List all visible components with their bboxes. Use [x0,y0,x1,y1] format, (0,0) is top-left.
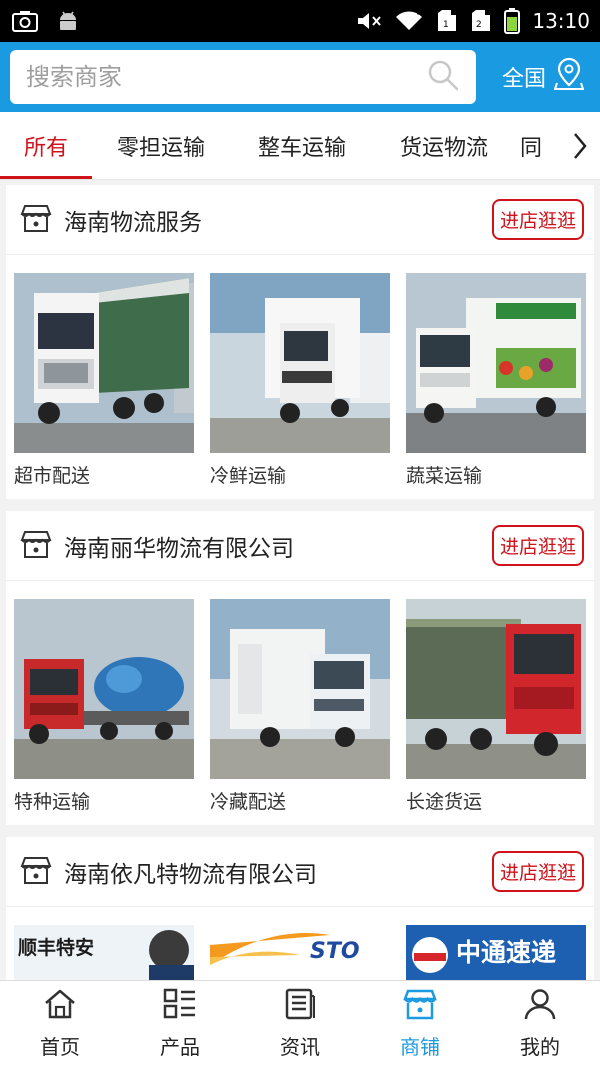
product-item[interactable]: STO [210,925,390,981]
nav-profile[interactable]: 我的 [480,981,600,1067]
product-item[interactable]: 冷藏配送 [210,599,390,813]
white-volvo-truck-image[interactable] [14,273,194,453]
product-item[interactable]: 中通速递 [406,925,586,981]
enter-shop-button[interactable]: 进店逛逛 [491,851,584,892]
enter-shop-button[interactable]: 进店逛逛 [491,525,584,566]
shop-name: 海南物流服务 [64,209,202,236]
enter-shop-button[interactable]: 进店逛逛 [491,199,584,240]
news-icon [283,988,317,1025]
tab-label: 所有 [23,135,68,161]
store-icon [20,528,52,564]
android-icon [56,9,80,33]
product-item[interactable]: 超市配送 [14,273,194,487]
shop-card: 海南物流服务 进店逛逛 超市配送 冷鲜运输 蔬菜运输 [6,185,594,499]
nav-label: 商铺 [400,1035,440,1059]
nav-label: 首页 [40,1035,80,1059]
search-box[interactable] [10,50,476,104]
zto-express-banner-image[interactable]: 中通速递 [406,925,586,981]
search-icon[interactable] [426,58,460,96]
shop-list: 海南物流服务 进店逛逛 超市配送 冷鲜运输 蔬菜运输 海南丽华物流有限公司 进店… [0,181,600,981]
nav-label: 资讯 [280,1035,320,1059]
product-label: 超市配送 [14,465,91,487]
shop-card: 海南丽华物流有限公司 进店逛逛 特种运输 冷藏配送 长途货运 [6,511,594,825]
red-heavy-haul-truck-image[interactable] [14,599,194,779]
banner-text: 顺丰特安 [18,937,95,959]
product-label: 冷鲜运输 [210,465,287,487]
search-input[interactable] [26,63,426,91]
tab-freight-logistics[interactable]: 货运物流 [374,112,514,179]
sf-express-banner-image[interactable]: 顺丰特安 [14,925,194,981]
home-icon [43,988,77,1025]
vegetable-box-truck-image[interactable] [406,273,586,453]
nav-news[interactable]: 资讯 [240,981,360,1067]
store-icon [20,202,52,238]
banner-text: STO [310,939,360,964]
product-label: 长途货运 [406,791,483,813]
shop-header[interactable]: 海南依凡特物流有限公司 进店逛逛 [6,837,594,907]
banner-text: 中通速递 [456,938,557,967]
mute-icon [356,10,382,32]
user-icon [523,988,557,1025]
chevron-right-icon[interactable] [560,112,600,179]
status-bar: 1 2 13:10 [0,0,600,42]
product-item[interactable]: 顺丰特安 [14,925,194,981]
product-row: 顺丰特安 STO 中通速递 [6,907,594,981]
nav-products[interactable]: 产品 [120,981,240,1067]
region-selector[interactable]: 全国 [501,57,585,97]
region-label: 全国 [501,67,546,92]
store-icon [20,854,52,890]
product-label: 蔬菜运输 [406,465,483,487]
nav-label: 产品 [160,1035,200,1059]
tab-label: 同 [520,135,543,161]
tab-full-truckload[interactable]: 整车运输 [230,112,374,179]
shop-name: 海南丽华物流有限公司 [64,535,294,562]
tab-label: 货运物流 [399,135,488,161]
product-label: 特种运输 [14,791,91,813]
nav-label: 我的 [520,1035,560,1059]
product-row: 特种运输 冷藏配送 长途货运 [6,581,594,825]
grid-list-icon [163,988,197,1025]
search-header: 全国 [0,42,600,112]
svg-text:1: 1 [443,20,449,30]
nav-home[interactable]: 首页 [0,981,120,1067]
shop-name: 海南依凡特物流有限公司 [64,861,317,888]
shop-icon [403,988,437,1025]
status-time: 13:10 [532,9,590,33]
wifi-icon [394,10,424,32]
product-item[interactable]: 特种运输 [14,599,194,813]
shop-header[interactable]: 海南丽华物流有限公司 进店逛逛 [6,511,594,581]
red-cargo-truck-image[interactable] [406,599,586,779]
tab-label: 零担运输 [116,135,205,161]
white-refrigerated-truck-image[interactable] [210,273,390,453]
small-box-truck-image[interactable] [210,599,390,779]
bottom-nav: 首页 产品 资讯 商铺 我的 [0,980,600,1067]
tab-less-than-truckload[interactable]: 零担运输 [92,112,230,179]
screenshot-icon [12,10,38,32]
sim2-icon: 2 [470,9,492,33]
svg-text:2: 2 [476,20,482,30]
sim1-icon: 1 [436,9,458,33]
location-pin-icon [553,57,585,97]
product-item[interactable]: 冷鲜运输 [210,273,390,487]
sto-express-banner-image[interactable]: STO [210,925,390,981]
product-label: 冷藏配送 [210,791,287,813]
product-item[interactable]: 长途货运 [406,599,586,813]
category-tabs: 所有 零担运输 整车运输 货运物流 同 [0,112,600,180]
product-item[interactable]: 蔬菜运输 [406,273,586,487]
battery-icon [504,8,521,34]
tab-all[interactable]: 所有 [0,112,92,179]
shop-header[interactable]: 海南物流服务 进店逛逛 [6,185,594,255]
tab-label: 整车运输 [257,135,346,161]
nav-shops[interactable]: 商铺 [360,981,480,1067]
product-row: 超市配送 冷鲜运输 蔬菜运输 [6,255,594,499]
shop-card: 海南依凡特物流有限公司 进店逛逛 顺丰特安 STO 中通速递 [6,837,594,981]
